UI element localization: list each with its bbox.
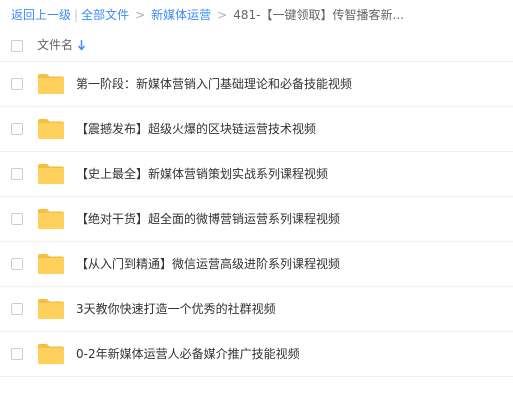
folder-icon bbox=[38, 209, 64, 229]
row-checkbox[interactable] bbox=[11, 168, 23, 180]
folder-link[interactable]: 新媒体运营 bbox=[151, 8, 211, 22]
list-item[interactable]: 【史上最全】新媒体营销策划实战系列课程视频 bbox=[0, 152, 513, 197]
folder-icon bbox=[38, 299, 64, 319]
breadcrumb-separator: | bbox=[74, 8, 79, 22]
breadcrumb-arrow-icon: > bbox=[135, 8, 146, 22]
column-filename[interactable]: 文件名 bbox=[37, 37, 73, 53]
folder-icon bbox=[38, 119, 64, 139]
row-checkbox[interactable] bbox=[11, 303, 23, 315]
all-files-link[interactable]: 全部文件 bbox=[81, 8, 129, 22]
folder-icon bbox=[38, 254, 64, 274]
file-name[interactable]: 【震撼发布】超级火爆的区块链运营技术视频 bbox=[76, 121, 316, 138]
list-item[interactable]: 0-2年新媒体运营人必备媒介推广技能视频 bbox=[0, 332, 513, 377]
file-name[interactable]: 0-2年新媒体运营人必备媒介推广技能视频 bbox=[76, 346, 300, 363]
row-checkbox[interactable] bbox=[11, 123, 23, 135]
folder-icon bbox=[38, 344, 64, 364]
file-list-header: 文件名 bbox=[0, 30, 513, 62]
list-item[interactable]: 【绝对干货】超全面的微博营销运营系列课程视频 bbox=[0, 197, 513, 242]
file-list: 第一阶段：新媒体营销入门基础理论和必备技能视频 【震撼发布】超级火爆的区块链运营… bbox=[0, 62, 513, 377]
row-checkbox[interactable] bbox=[11, 78, 23, 90]
file-name[interactable]: 【史上最全】新媒体营销策划实战系列课程视频 bbox=[76, 166, 328, 183]
current-folder: 481-【一键领取】传智播客新... bbox=[233, 8, 404, 22]
select-all-checkbox[interactable] bbox=[11, 40, 23, 52]
file-name[interactable]: 【绝对干货】超全面的微博营销运营系列课程视频 bbox=[76, 211, 340, 228]
breadcrumb: 返回上一级 | 全部文件 > 新媒体运营 >481-【一键领取】传智播客新... bbox=[11, 6, 506, 24]
row-checkbox[interactable] bbox=[11, 213, 23, 225]
arrow-down-icon[interactable] bbox=[77, 39, 86, 51]
back-link[interactable]: 返回上一级 bbox=[11, 8, 71, 22]
file-name[interactable]: 3天教你快速打造一个优秀的社群视频 bbox=[76, 301, 276, 318]
list-item[interactable]: 【震撼发布】超级火爆的区块链运营技术视频 bbox=[0, 107, 513, 152]
breadcrumb-arrow-icon: > bbox=[217, 8, 228, 22]
file-name[interactable]: 【从入门到精通】微信运营高级进阶系列课程视频 bbox=[76, 256, 340, 273]
folder-icon bbox=[38, 74, 64, 94]
list-item[interactable]: 第一阶段：新媒体营销入门基础理论和必备技能视频 bbox=[0, 62, 513, 107]
file-name[interactable]: 第一阶段：新媒体营销入门基础理论和必备技能视频 bbox=[76, 76, 352, 93]
folder-icon bbox=[38, 164, 64, 184]
row-checkbox[interactable] bbox=[11, 348, 23, 360]
row-checkbox[interactable] bbox=[11, 258, 23, 270]
list-item[interactable]: 3天教你快速打造一个优秀的社群视频 bbox=[0, 287, 513, 332]
list-item[interactable]: 【从入门到精通】微信运营高级进阶系列课程视频 bbox=[0, 242, 513, 287]
